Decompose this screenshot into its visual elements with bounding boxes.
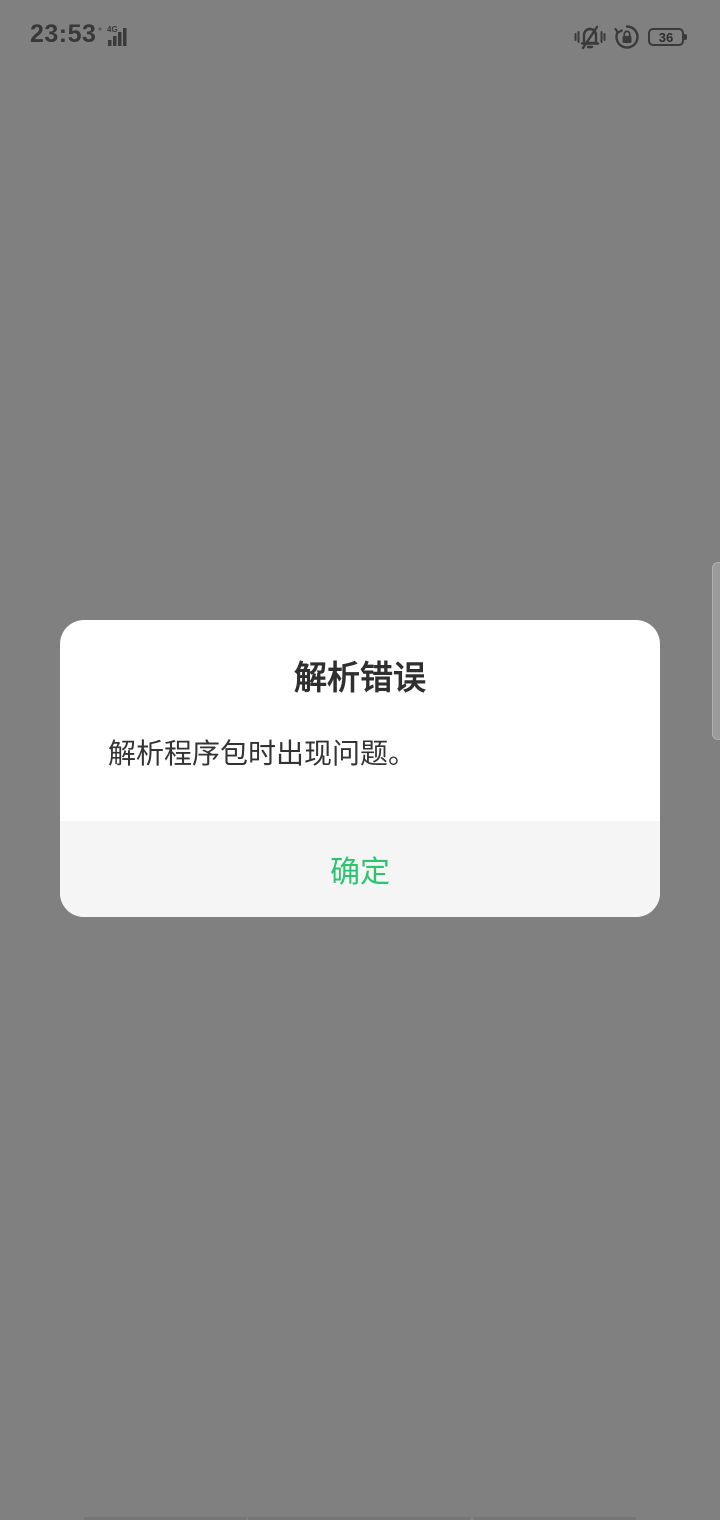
confirm-button[interactable]: 确定 (60, 821, 660, 917)
rotation-lock-icon (614, 25, 639, 49)
network-type-label: 4G (107, 25, 118, 34)
status-bar: 23:53 4G 36 (0, 0, 720, 72)
battery-icon: 36 (648, 28, 687, 46)
cellular-signal-icon: 4G (96, 24, 136, 50)
dialog-message: 解析程序包时出现问题。 (108, 737, 417, 770)
error-dialog: 解析错误 解析程序包时出现问题。 确定 (60, 620, 660, 917)
dialog-title: 解析错误 (294, 658, 426, 697)
status-time: 23:53 (30, 20, 97, 48)
vibrate-mode-icon (574, 25, 606, 50)
battery-level: 36 (658, 29, 674, 45)
dialog-footer: 确定 (60, 821, 660, 917)
edge-panel-handle[interactable] (712, 562, 720, 740)
status-icons: 36 (574, 22, 690, 52)
